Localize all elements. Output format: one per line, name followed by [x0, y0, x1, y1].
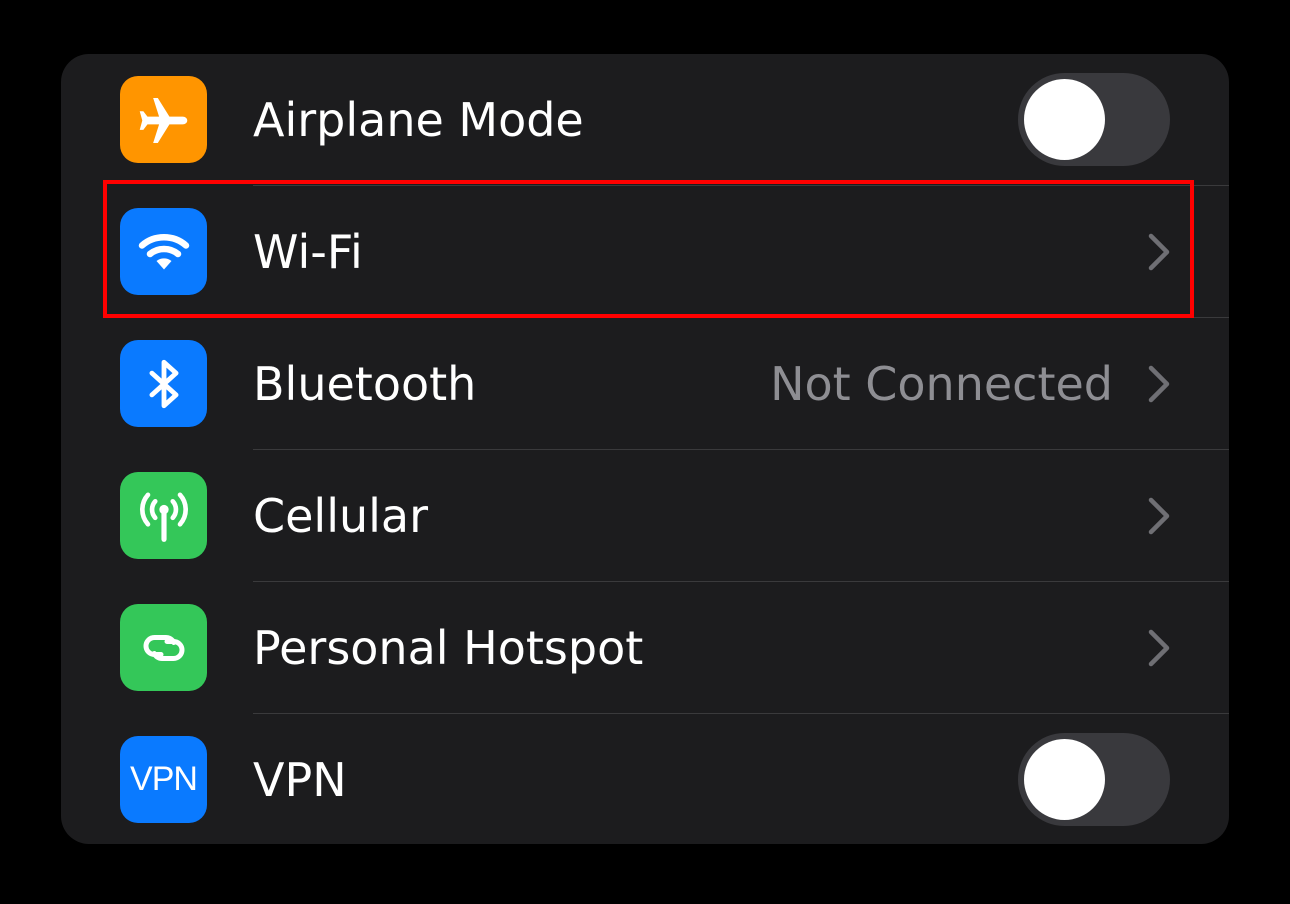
vpn-toggle[interactable]: [1018, 733, 1170, 826]
airplane-icon: [120, 76, 207, 163]
antenna-icon: [120, 472, 207, 559]
row-label: Cellular: [253, 489, 429, 543]
row-label: Wi-Fi: [253, 225, 363, 279]
toggle-knob: [1024, 739, 1105, 820]
link-icon: [120, 604, 207, 691]
airplane-mode-toggle[interactable]: [1018, 73, 1170, 166]
row-airplane-mode[interactable]: Airplane Mode: [61, 54, 1229, 186]
settings-panel: Airplane Mode Wi-Fi Bluetooth Not Connec: [61, 54, 1229, 844]
row-cellular[interactable]: Cellular: [61, 450, 1229, 582]
row-wifi[interactable]: Wi-Fi: [61, 186, 1229, 318]
chevron-right-icon: [1148, 629, 1170, 667]
row-label: Personal Hotspot: [253, 621, 644, 675]
bluetooth-status: Not Connected: [770, 357, 1113, 411]
row-personal-hotspot[interactable]: Personal Hotspot: [61, 582, 1229, 714]
bluetooth-icon: [120, 340, 207, 427]
vpn-icon-text: VPN: [130, 760, 198, 798]
vpn-icon: VPN: [120, 736, 207, 823]
row-label: Bluetooth: [253, 357, 477, 411]
toggle-knob: [1024, 79, 1105, 160]
chevron-right-icon: [1148, 233, 1170, 271]
row-label: VPN: [253, 753, 347, 807]
row-vpn[interactable]: VPN VPN: [61, 714, 1229, 844]
chevron-right-icon: [1148, 365, 1170, 403]
wifi-icon: [120, 208, 207, 295]
row-label: Airplane Mode: [253, 93, 584, 147]
row-bluetooth[interactable]: Bluetooth Not Connected: [61, 318, 1229, 450]
chevron-right-icon: [1148, 497, 1170, 535]
